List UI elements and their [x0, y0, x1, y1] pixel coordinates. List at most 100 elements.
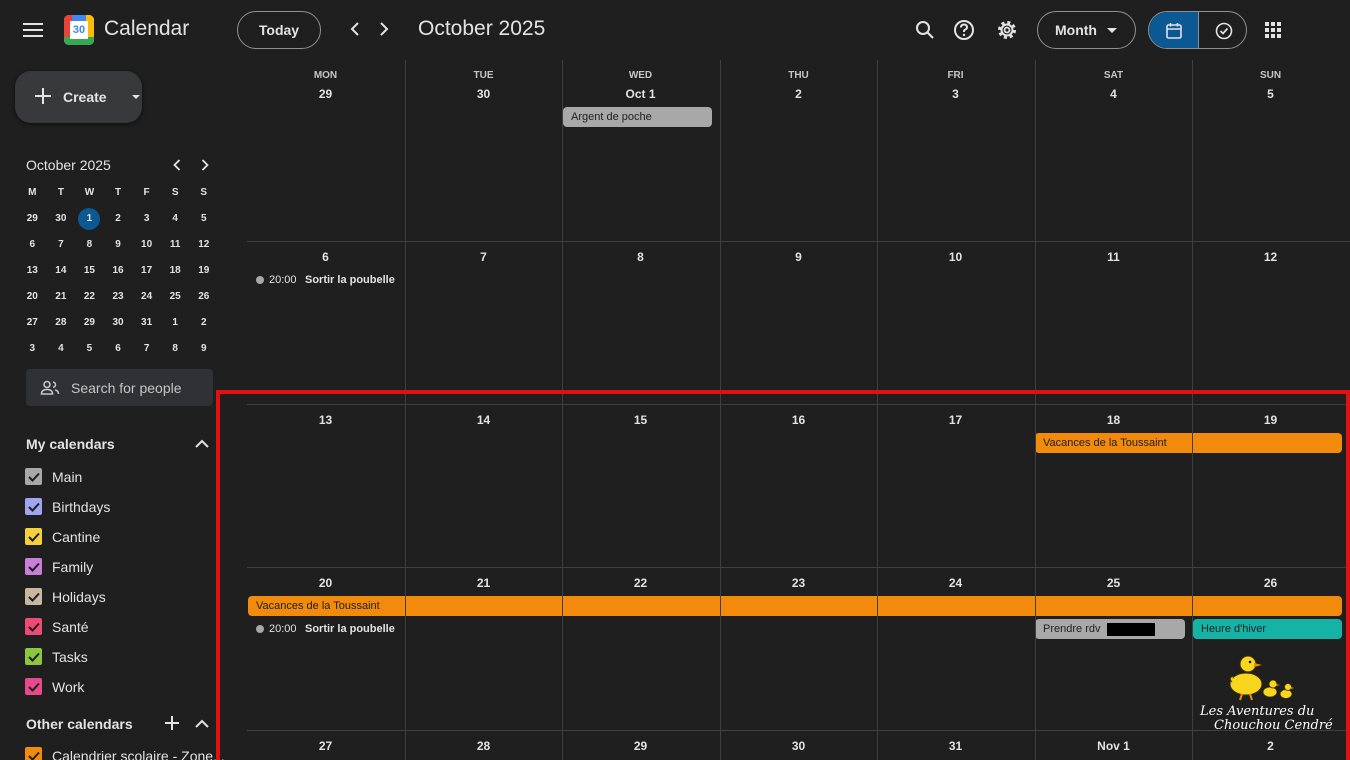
day-number[interactable]: 24	[877, 576, 1034, 590]
app-title[interactable]: Calendar	[104, 17, 189, 41]
day-number[interactable]: 27	[247, 739, 404, 753]
event-sortir-poubelle[interactable]: 20:00 Sortir la poubelle	[256, 271, 401, 289]
day-number[interactable]: 10	[877, 250, 1034, 264]
main-menu-icon[interactable]	[18, 15, 48, 45]
mini-day[interactable]: 6	[18, 232, 47, 258]
mini-day[interactable]: 2	[104, 206, 133, 232]
mini-calendar-next-icon[interactable]	[195, 155, 215, 175]
event-heure-hiver[interactable]: Heure d'hiver	[1193, 619, 1342, 639]
help-icon[interactable]	[951, 17, 977, 43]
day-number[interactable]: 16	[720, 413, 877, 427]
day-number[interactable]: 23	[720, 576, 877, 590]
day-number[interactable]: 6	[247, 250, 404, 264]
checkbox-checked-icon[interactable]	[25, 747, 42, 760]
day-number[interactable]: 12	[1192, 250, 1349, 264]
day-number[interactable]: 14	[405, 413, 562, 427]
other-calendars-title[interactable]: Other calendars	[26, 716, 133, 732]
chevron-up-icon[interactable]	[193, 434, 211, 452]
mini-day[interactable]: 28	[47, 310, 76, 336]
event-sortir-poubelle[interactable]: 20:00 Sortir la poubelle	[256, 620, 401, 638]
checkbox-checked-icon[interactable]	[25, 498, 42, 515]
search-people-input[interactable]: Search for people	[26, 369, 213, 406]
mini-day[interactable]: 19	[189, 258, 218, 284]
mini-day[interactable]: 29	[75, 310, 104, 336]
day-number[interactable]: 25	[1035, 576, 1192, 590]
mini-day[interactable]: 7	[47, 232, 76, 258]
mini-day[interactable]: 21	[47, 284, 76, 310]
mini-day[interactable]: 31	[132, 310, 161, 336]
day-number[interactable]: 9	[720, 250, 877, 264]
checkbox-checked-icon[interactable]	[25, 468, 42, 485]
checkbox-checked-icon[interactable]	[25, 558, 42, 575]
event-vacances-toussaint[interactable]: Vacances de la Toussaint	[1035, 433, 1342, 453]
today-button[interactable]: Today	[237, 11, 321, 49]
mini-day[interactable]: 4	[161, 206, 190, 232]
mini-day[interactable]: 8	[75, 232, 104, 258]
checkbox-checked-icon[interactable]	[25, 678, 42, 695]
mini-day[interactable]: 25	[161, 284, 190, 310]
day-number[interactable]: 13	[247, 413, 404, 427]
mini-day[interactable]: 23	[104, 284, 133, 310]
day-number[interactable]: 7	[405, 250, 562, 264]
tasks-view-icon[interactable]	[1198, 12, 1246, 48]
mini-day[interactable]: 8	[161, 336, 190, 362]
chevron-up-icon[interactable]	[193, 714, 211, 732]
mini-day[interactable]: 9	[189, 336, 218, 362]
mini-calendar-prev-icon[interactable]	[167, 155, 187, 175]
mini-day[interactable]: 17	[132, 258, 161, 284]
mini-day[interactable]: 11	[161, 232, 190, 258]
day-number[interactable]: 5	[1192, 87, 1349, 101]
mini-day[interactable]: 22	[75, 284, 104, 310]
settings-gear-icon[interactable]	[994, 17, 1020, 43]
create-button[interactable]: Create	[15, 71, 142, 123]
add-other-calendar-plus-icon[interactable]	[163, 714, 181, 732]
day-number[interactable]: 4	[1035, 87, 1192, 101]
mini-day[interactable]: 12	[189, 232, 218, 258]
day-number[interactable]: 8	[562, 250, 719, 264]
mini-day[interactable]: 9	[104, 232, 133, 258]
apps-grid-icon[interactable]	[1260, 17, 1286, 43]
calendar-view-icon[interactable]	[1149, 12, 1198, 48]
mini-day[interactable]: 26	[189, 284, 218, 310]
checkbox-checked-icon[interactable]	[25, 588, 42, 605]
day-number[interactable]: 19	[1192, 413, 1349, 427]
mini-day[interactable]: 3	[132, 206, 161, 232]
day-number[interactable]: 29	[562, 739, 719, 753]
mini-day[interactable]: 10	[132, 232, 161, 258]
mini-day[interactable]: 5	[189, 206, 218, 232]
day-number[interactable]: 26	[1192, 576, 1349, 590]
day-number[interactable]: 29	[247, 87, 404, 101]
calendar-logo-icon[interactable]: 30	[64, 15, 94, 45]
day-number[interactable]: 2	[720, 87, 877, 101]
mini-day[interactable]: 15	[75, 258, 104, 284]
day-number[interactable]: 28	[405, 739, 562, 753]
event-prendre-rdv[interactable]: Prendre rdv	[1035, 619, 1185, 639]
day-number[interactable]: Oct 1	[562, 87, 719, 101]
mini-day[interactable]: 14	[47, 258, 76, 284]
day-number[interactable]: 20	[247, 576, 404, 590]
event-argent-de-poche[interactable]: Argent de poche	[563, 107, 712, 127]
view-selector-button[interactable]: Month	[1037, 11, 1136, 49]
day-number[interactable]: 15	[562, 413, 719, 427]
mini-day[interactable]: 5	[75, 336, 104, 362]
mini-day[interactable]: 30	[104, 310, 133, 336]
day-number[interactable]: 17	[877, 413, 1034, 427]
mini-day-selected[interactable]: 1	[75, 206, 104, 232]
day-number[interactable]: 30	[720, 739, 877, 753]
mini-day[interactable]: 24	[132, 284, 161, 310]
mini-day[interactable]: 2	[189, 310, 218, 336]
mini-day[interactable]: 20	[18, 284, 47, 310]
day-number[interactable]: 11	[1035, 250, 1192, 264]
next-month-icon[interactable]	[372, 17, 396, 41]
day-number[interactable]: 21	[405, 576, 562, 590]
previous-month-icon[interactable]	[343, 17, 367, 41]
day-number[interactable]: 3	[877, 87, 1034, 101]
event-vacances-toussaint[interactable]: Vacances de la Toussaint	[248, 596, 1342, 616]
day-number[interactable]: Nov 1	[1035, 739, 1192, 753]
mini-day[interactable]: 7	[132, 336, 161, 362]
mini-day[interactable]: 6	[104, 336, 133, 362]
search-icon[interactable]	[912, 17, 938, 43]
mini-day[interactable]: 18	[161, 258, 190, 284]
mini-day[interactable]: 27	[18, 310, 47, 336]
day-number[interactable]: 2	[1192, 739, 1349, 753]
